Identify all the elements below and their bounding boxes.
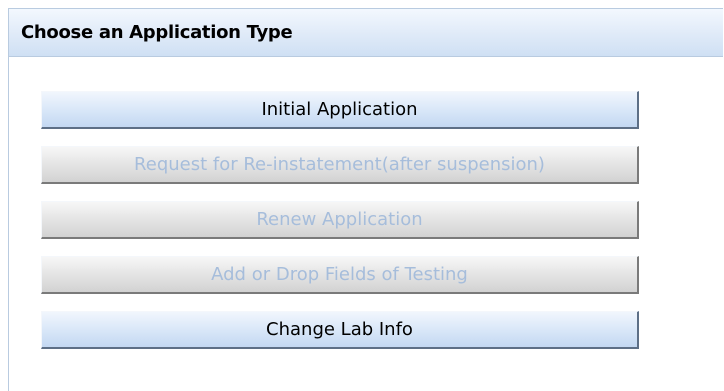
add-drop-fields-of-testing-button: Add or Drop Fields of Testing [41, 256, 639, 294]
initial-application-button[interactable]: Initial Application [41, 91, 639, 129]
application-type-panel: Choose an Application Type Initial Appli… [8, 8, 723, 391]
application-type-button-list: Initial Application Request for Re-insta… [41, 91, 639, 366]
request-reinstatement-button: Request for Re-instatement(after suspens… [41, 146, 639, 184]
panel-title: Choose an Application Type [21, 22, 293, 43]
renew-application-button: Renew Application [41, 201, 639, 239]
panel-header: Choose an Application Type [9, 9, 723, 57]
change-lab-info-button[interactable]: Change Lab Info [41, 311, 639, 349]
